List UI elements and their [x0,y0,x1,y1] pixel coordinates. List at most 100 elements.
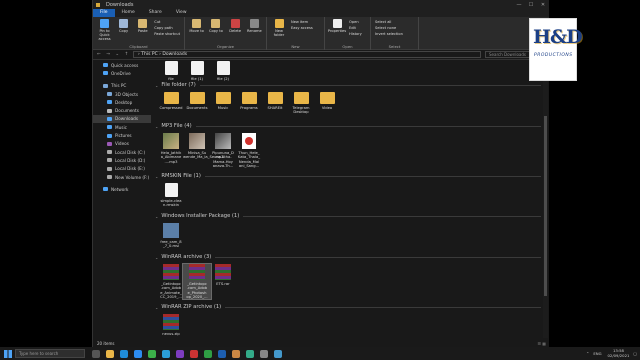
file-item-label: Telegram Desktop [292,106,310,115]
file-item[interactable]: free_cam_8 _7_0.msi [157,223,185,249]
excel-icon[interactable] [204,349,212,358]
file-item-label: Minisa_Su wende_Ma_la_Se.mp3 [183,151,224,160]
sidebar-item[interactable]: Quick access [93,61,151,69]
sidebar-item[interactable]: This PC [93,82,151,90]
sidebar-item-icon [107,150,112,155]
edge-icon[interactable] [120,349,128,358]
quick-access-toolbar-icon[interactable] [96,2,100,7]
select-actions: Select all Select none Invert selection [375,19,403,37]
file-item[interactable]: _Getintopc .com_Adob e_Photosh op_2020_.… [182,262,212,301]
vertical-scrollbar[interactable] [543,61,548,338]
scrollbar-thumb[interactable] [544,116,547,296]
pin-quick-access-button[interactable]: Pin to Quick access [97,19,112,41]
new-folder-button[interactable]: New folder [271,19,287,37]
group-header[interactable]: ⌄ MP3 File (4) [155,123,541,129]
settings-icon[interactable] [260,349,268,358]
history-button[interactable]: History [349,31,362,37]
tab-file[interactable]: File [93,9,115,17]
clock[interactable]: 13:58 02/09/2021 [608,348,630,358]
sidebar-item[interactable]: 3D Objects [93,90,151,98]
group-header[interactable]: ⌄ WinRAR ZIP archive (1) [155,304,541,310]
file-item[interactable]: Programs [235,92,263,110]
address-bar[interactable]: › This PC › Downloads [133,51,481,58]
chevron-down-icon: ⌄ [155,82,159,88]
windows-start-icon[interactable] [4,349,12,358]
paste-shortcut-button[interactable]: Paste shortcut [154,31,180,37]
sidebar-item[interactable]: New Volume (F:) [93,173,151,181]
sidebar-item-label: Network [111,186,129,192]
rename-button[interactable]: Rename [247,19,262,33]
media-player-icon[interactable] [190,349,198,358]
file-item[interactable]: Documents [183,92,211,110]
sidebar-item[interactable]: Videos [93,140,151,148]
file-explorer-icon[interactable] [106,349,114,358]
file-item[interactable]: file (2) [209,61,237,81]
sidebar-item[interactable]: Downloads [93,114,151,124]
sidebar-item[interactable]: OneDrive [93,69,151,77]
group-header[interactable]: ⌄ Windows Installer Package (1) [155,213,541,219]
file-item[interactable]: file [157,61,185,81]
group-header[interactable]: ⌄ File folder (7) [155,82,541,88]
close-button[interactable]: ✕ [537,2,549,8]
file-item[interactable]: ETS.rar [209,264,237,286]
file-item-label: Compressed [159,106,183,110]
maximize-button[interactable]: ☐ [525,2,537,8]
minimize-button[interactable]: — [513,2,525,8]
tray-up-arrow-icon[interactable]: ⌃ [586,351,589,356]
sidebar-item-icon [107,100,112,105]
telegram-icon[interactable] [162,349,170,358]
easy-access-button[interactable]: Easy access [291,25,313,31]
invert-selection-button[interactable]: Invert selection [375,31,403,37]
folder-icon [215,92,231,104]
file-item[interactable]: Video [313,92,341,110]
file-item[interactable]: file (1) [183,61,211,81]
file-item[interactable]: simple-clea n.rmskin [157,183,185,208]
paste-button[interactable]: Paste [135,19,150,33]
sidebar-item-label: This PC [111,83,127,89]
sidebar-item[interactable]: Local Disk (E:) [93,165,151,173]
file-item[interactable]: Hela_Jathik a_Abimane ....mp3 [157,133,185,164]
delete-button[interactable]: Delete [228,19,243,33]
group-header[interactable]: ⌄ WinRAR archive (3) [155,254,541,260]
word-icon[interactable] [218,349,226,358]
group-header[interactable]: ⌄ RMSKIN File (1) [155,173,541,179]
sidebar-item[interactable]: Desktop [93,98,151,106]
sidebar-item[interactable]: Music [93,123,151,131]
copy-to-button[interactable]: Copy to [208,19,223,33]
tab-view[interactable]: View [169,9,194,17]
task-view-icon[interactable] [92,349,100,358]
copy-button[interactable]: Copy [116,19,131,33]
sidebar-item[interactable]: Local Disk (C:) [93,148,151,156]
file-item[interactable]: Pipununa_D ura-Atha-Mama-Hoy anava-Th... [209,133,237,168]
sidebar-item[interactable]: Pictures [93,131,151,139]
tab-home[interactable]: Home [115,9,142,17]
file-item[interactable]: Telegram Desktop [287,92,315,115]
file-item[interactable]: Compressed [157,92,185,110]
sidebar-item[interactable]: Documents [93,106,151,114]
file-item[interactable]: nevus.zip [157,314,185,336]
sidebar-item[interactable]: Network [93,185,151,193]
view-toggle-icons[interactable]: ☰ ▦ [537,341,546,346]
sidebar-item[interactable]: Local Disk (D:) [93,156,151,164]
app-icon[interactable] [246,349,254,358]
navigation-buttons[interactable]: ← → ⌄ ↑ [93,52,133,57]
folder-icon [241,92,257,104]
file-item[interactable]: Music [209,92,237,110]
group-header-label: WinRAR archive (3) [161,254,212,260]
photoshop-icon[interactable] [176,349,184,358]
browser-icon[interactable] [274,349,282,358]
properties-button[interactable]: Properties [328,19,346,33]
powerpoint-icon[interactable] [232,349,240,358]
file-item[interactable]: SHAREit [261,92,289,110]
file-item[interactable]: Thun_Hele_ Kata_Thala_ Nenda_Mal ani_San… [235,133,263,168]
move-to-button[interactable]: Move to [189,19,204,33]
sidebar-item-label: Pictures [115,133,132,139]
chrome-icon[interactable] [148,349,156,358]
file-item[interactable]: _Getintopc .com_Adob e_Animate_ CC_2019_… [157,264,185,299]
store-icon[interactable] [134,349,142,358]
tab-share[interactable]: Share [142,9,169,17]
notifications-icon[interactable]: ▢ [633,351,637,356]
file-item[interactable]: Minisa_Su wende_Ma_la_Se.mp3 [183,133,224,160]
taskbar-search-input[interactable]: Type here to search [15,349,85,358]
language-indicator[interactable]: ENG [593,351,601,356]
